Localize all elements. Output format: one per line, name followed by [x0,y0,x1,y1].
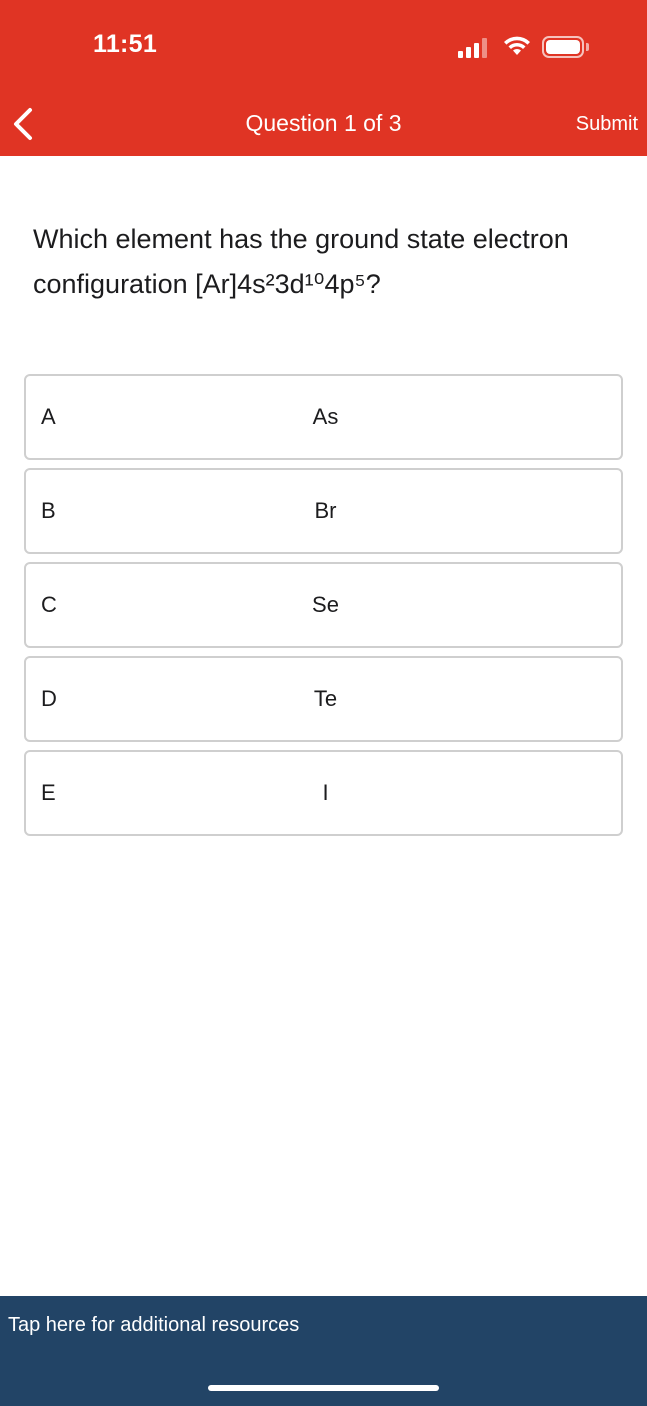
battery-icon [542,36,584,58]
option-text: Br [314,498,337,523]
option-text: Te [313,686,338,711]
wifi-icon [504,36,530,55]
submit-button[interactable]: Submit [576,113,638,136]
option-text: As [312,404,339,429]
option-e[interactable]: E I [24,750,623,836]
option-b[interactable]: B Br [24,468,623,554]
option-text: I [322,780,329,805]
status-time: 11:51 [93,30,158,58]
resources-footer: Tap here for additional resources [0,1296,647,1406]
additional-resources-link[interactable]: Tap here for additional resources [8,1314,299,1337]
option-text: Se [312,592,339,617]
battery-nub [586,43,589,51]
page-title: Question 1 of 3 [245,110,402,136]
signal-icon [458,38,492,58]
home-indicator[interactable] [208,1385,439,1391]
answer-options: A As B Br C Se D Te E I [24,374,623,844]
option-a[interactable]: A As [24,374,623,460]
option-d[interactable]: D Te [24,656,623,742]
quiz-screen: 11:51 Question 1 of 3 Submit Which eleme… [0,0,647,1406]
option-c[interactable]: C Se [24,562,623,648]
app-header: 11:51 Question 1 of 3 Submit [0,0,647,156]
question-text: Which element has the ground state elect… [33,224,569,299]
